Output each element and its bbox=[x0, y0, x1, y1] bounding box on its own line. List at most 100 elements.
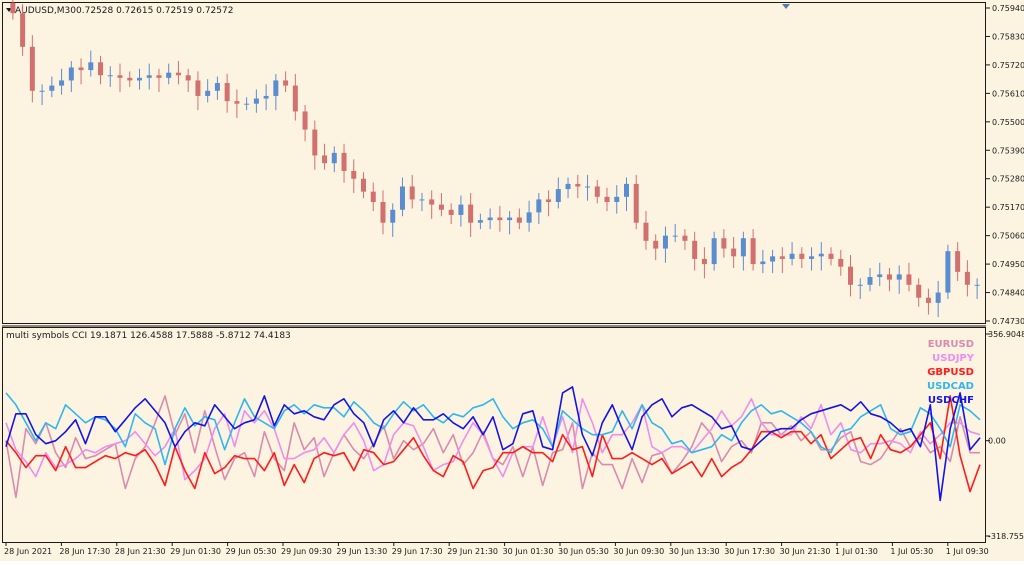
price-tick-label: 0.74840 bbox=[992, 289, 1024, 298]
candle-body bbox=[682, 235, 688, 241]
candle-body bbox=[614, 196, 620, 203]
candle-body bbox=[526, 212, 532, 223]
candle-body bbox=[20, 13, 26, 47]
candle-body bbox=[244, 103, 250, 105]
candle-body bbox=[224, 83, 230, 102]
candle-body bbox=[877, 274, 883, 278]
shift-marker-icon[interactable] bbox=[782, 4, 790, 9]
candle-body bbox=[848, 266, 854, 285]
candle-body bbox=[643, 222, 649, 241]
candle-body bbox=[838, 258, 844, 267]
candle-body bbox=[88, 62, 94, 71]
time-tick-label: 28 Jun 17:30 bbox=[59, 547, 110, 556]
candle-body bbox=[516, 217, 522, 223]
cci-line-gbpusd bbox=[5, 395, 981, 493]
time-tick-label: 29 Jun 21:30 bbox=[447, 547, 498, 556]
candle-body bbox=[604, 196, 610, 203]
candle-body bbox=[98, 62, 104, 76]
candle-body bbox=[789, 253, 795, 259]
candle-body bbox=[419, 199, 425, 201]
ohlc-label: 0.72528 0.72615 0.72519 0.72572 bbox=[76, 6, 233, 16]
candle-body bbox=[487, 217, 493, 221]
candle-body bbox=[536, 199, 542, 213]
candle-body bbox=[458, 204, 464, 215]
time-tick-label: 30 Jun 17:30 bbox=[724, 547, 775, 556]
candle-body bbox=[409, 186, 415, 200]
candle-body bbox=[59, 80, 65, 86]
legend-usdchf: USDCHF bbox=[928, 395, 974, 406]
candle-body bbox=[136, 77, 142, 81]
candle-body bbox=[867, 277, 873, 285]
candle-body bbox=[361, 178, 367, 192]
time-tick-label: 30 Jun 21:30 bbox=[780, 547, 831, 556]
time-tick-label: 30 Jun 13:30 bbox=[669, 547, 720, 556]
time-tick-label: 1 Jul 05:30 bbox=[890, 547, 933, 556]
candle-body bbox=[779, 256, 785, 259]
candle-body bbox=[117, 75, 123, 78]
candle-body bbox=[351, 170, 357, 179]
time-tick-label: 28 Jun 21:30 bbox=[115, 547, 166, 556]
candle-body bbox=[263, 95, 269, 99]
indicator-legend: EURUSD USDJPY GBPUSD USDCAD USDCHF bbox=[927, 339, 975, 406]
candle-body bbox=[438, 204, 444, 210]
candle-body bbox=[565, 183, 571, 190]
candle-body bbox=[692, 240, 698, 259]
chart-window[interactable]: AUDUSD,M30 0.72528 0.72615 0.72519 0.725… bbox=[0, 0, 1024, 561]
candle-body bbox=[828, 253, 834, 259]
price-tick-label: 0.74950 bbox=[992, 260, 1024, 269]
candle-body bbox=[653, 240, 659, 249]
candle-body bbox=[166, 72, 172, 78]
candle-body bbox=[322, 155, 328, 164]
candle-body bbox=[945, 251, 951, 293]
candle-body bbox=[448, 209, 454, 215]
candle-body bbox=[925, 297, 931, 303]
price-tick-label: 0.75170 bbox=[992, 203, 1024, 212]
candle-body bbox=[818, 253, 824, 257]
indicator-label: multi symbols CCI 19.1871 126.4588 17.58… bbox=[6, 331, 291, 341]
candle-body bbox=[594, 186, 600, 197]
candle-body bbox=[857, 284, 863, 286]
price-tick-label: 0.75940 bbox=[992, 4, 1024, 13]
candle-body bbox=[701, 258, 707, 265]
time-tick-label: 29 Jun 01:30 bbox=[170, 547, 221, 556]
legend-usdcad: USDCAD bbox=[927, 381, 974, 392]
candle-body bbox=[935, 292, 941, 303]
candle-body bbox=[896, 274, 902, 280]
legend-gbpusd: GBPUSD bbox=[927, 367, 974, 378]
main-chart-panel[interactable] bbox=[2, 2, 986, 324]
time-axis: 28 Jun 2021 28 Jun 17:30 28 Jun 21:30 29 Ju… bbox=[4, 542, 989, 556]
candle-body bbox=[312, 129, 318, 156]
candle-body bbox=[341, 152, 347, 171]
candle-body bbox=[886, 274, 892, 280]
candle-body bbox=[29, 46, 35, 91]
candle-body bbox=[380, 202, 386, 223]
time-tick-label: 30 Jun 05:30 bbox=[558, 547, 609, 556]
candle-body bbox=[390, 209, 396, 223]
candle-body bbox=[555, 189, 561, 203]
candle-body bbox=[809, 256, 815, 259]
candle-body bbox=[185, 75, 191, 81]
chart-canvas[interactable]: AUDUSD,M30 0.72528 0.72615 0.72519 0.725… bbox=[0, 0, 1024, 561]
candle-body bbox=[468, 204, 474, 223]
candle-body bbox=[964, 271, 970, 285]
cci-tick-label: 356.9048 bbox=[988, 330, 1024, 339]
candle-body bbox=[39, 90, 45, 92]
time-tick-label: 29 Jun 13:30 bbox=[336, 547, 387, 556]
candle-body bbox=[10, 2, 16, 14]
candle-body bbox=[253, 98, 259, 104]
legend-eurusd: EURUSD bbox=[928, 339, 974, 350]
price-tick-label: 0.75610 bbox=[992, 89, 1024, 98]
candle-body bbox=[906, 274, 912, 285]
candle-body bbox=[156, 75, 162, 78]
legend-usdjpy: USDJPY bbox=[932, 353, 975, 364]
time-tick-label: 29 Jun 05:30 bbox=[226, 547, 277, 556]
time-tick-label: 28 Jun 2021 bbox=[4, 547, 52, 556]
candlestick-series bbox=[10, 0, 980, 318]
candle-body bbox=[585, 186, 591, 188]
candle-body bbox=[283, 80, 289, 86]
price-tick-label: 0.75060 bbox=[992, 232, 1024, 241]
candle-body bbox=[68, 67, 74, 81]
candle-body bbox=[205, 90, 211, 96]
candle-body bbox=[633, 183, 639, 223]
candle-body bbox=[273, 80, 279, 96]
